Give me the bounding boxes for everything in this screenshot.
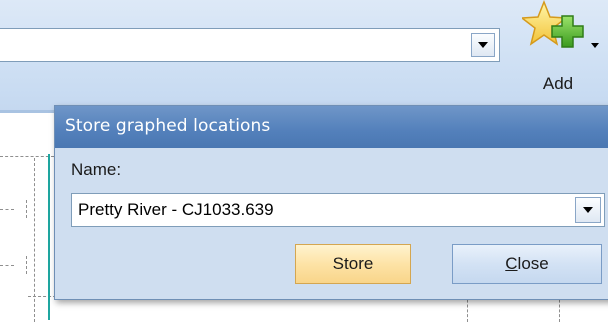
add-button-label: Add — [542, 74, 574, 93]
location-combo-dropdown-button[interactable] — [471, 33, 495, 57]
name-combo-box[interactable]: Pretty River - CJ1033.639 — [71, 193, 605, 227]
toolbar: Add — [0, 0, 608, 113]
star-plus-icon — [522, 0, 584, 48]
location-combo-box[interactable] — [0, 28, 500, 62]
graph-gridline — [0, 265, 14, 266]
store-button[interactable]: Store — [295, 244, 411, 284]
name-combo-dropdown-button[interactable] — [575, 197, 601, 223]
dialog-title-bar[interactable]: Store graphed locations — [55, 106, 608, 148]
dialog-title: Store graphed locations — [65, 116, 271, 136]
name-label: Name: — [71, 160, 122, 179]
name-combo-value: Pretty River - CJ1033.639 — [78, 200, 274, 219]
graph-gridline — [34, 158, 35, 322]
graph-gridline — [0, 209, 14, 210]
graph-gridline — [26, 256, 27, 274]
add-button[interactable]: Add — [508, 0, 608, 108]
graph-gridline — [26, 200, 27, 218]
add-dropdown-arrow-icon[interactable] — [591, 43, 599, 48]
close-button[interactable]: Close — [452, 244, 602, 284]
store-locations-dialog: Store graphed locations Name: Pretty Riv… — [54, 105, 608, 300]
close-button-label: lose — [517, 254, 549, 273]
graph-gridline — [0, 156, 54, 157]
chevron-down-icon — [478, 42, 488, 48]
chevron-down-icon — [583, 207, 593, 213]
graph-series-line — [48, 154, 50, 320]
close-button-mnemonic: C — [505, 254, 518, 273]
